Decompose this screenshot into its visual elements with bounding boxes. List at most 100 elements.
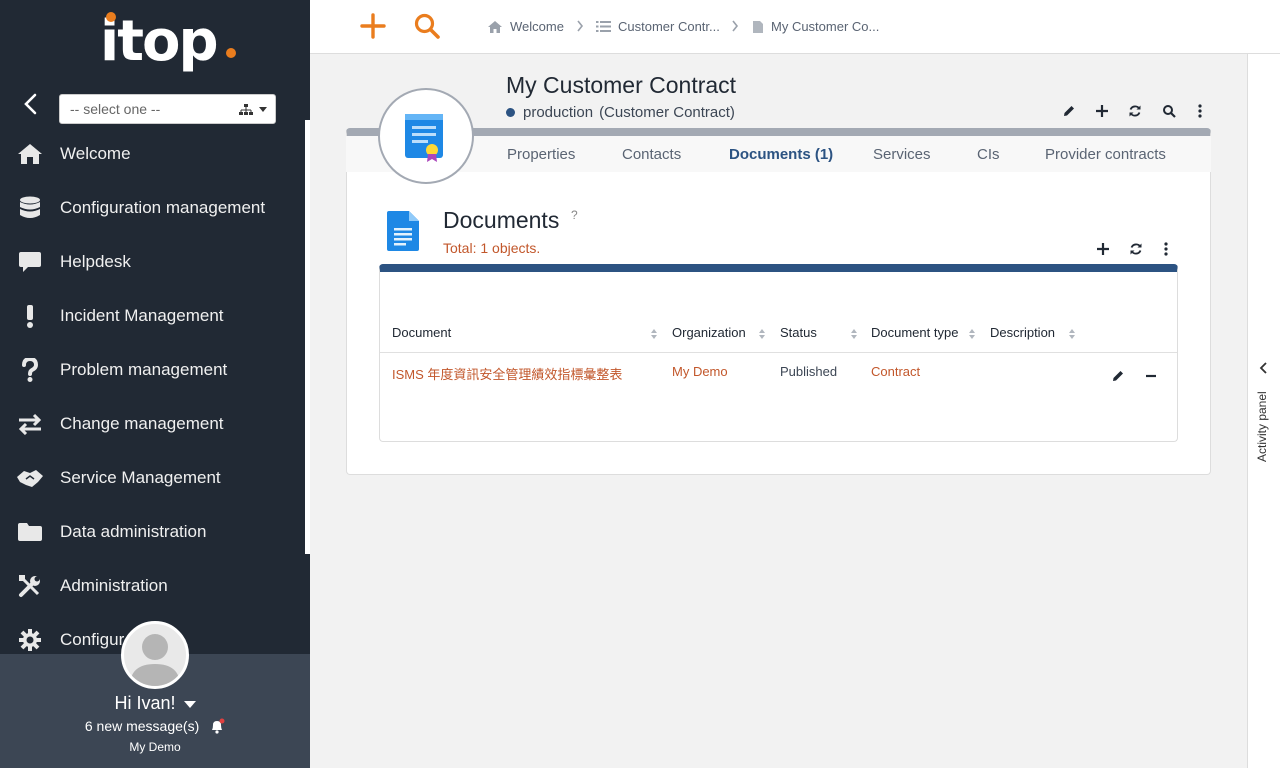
exclamation-icon (16, 302, 44, 330)
new-messages-text: 6 new message(s) (84, 718, 200, 735)
tab-documents[interactable]: Documents (1) (729, 146, 833, 163)
tools-icon (16, 572, 44, 600)
object-class-label: (Customer Contract) (599, 104, 735, 121)
chevron-down-icon (183, 700, 196, 708)
refresh-list-icon[interactable] (1125, 238, 1147, 260)
status-label: production (523, 104, 594, 121)
object-status: production (Customer Contract) (506, 104, 735, 121)
menu-item-label: Configuration management (60, 198, 266, 217)
menu-item-label: Change management (60, 414, 224, 433)
collapse-sidebar-icon[interactable] (18, 92, 44, 116)
sort-icon[interactable] (650, 327, 658, 345)
document-icon (752, 20, 764, 34)
help-icon[interactable]: ? (571, 208, 578, 222)
list-icon (596, 20, 611, 33)
document-name-link[interactable]: ISMS 年度資訊安全管理績效指標彙整表 (392, 364, 622, 383)
column-header-document[interactable]: Document (392, 325, 451, 340)
sitemap-icon (239, 103, 253, 119)
sort-icon[interactable] (968, 327, 976, 345)
logo-dot (226, 48, 236, 58)
menu-item-configuration-management[interactable]: Configuration management (0, 188, 306, 228)
breadcrumb-label: Customer Contr... (618, 19, 720, 34)
user-organization: My Demo (129, 740, 181, 754)
sort-icon[interactable] (758, 327, 766, 345)
itop-logo[interactable]: itop (100, 10, 240, 80)
menu-item-problem-management[interactable]: Problem management (0, 350, 306, 390)
object-medallion (378, 88, 474, 184)
menu-item-service-management[interactable]: Service Management (0, 458, 306, 498)
edit-icon[interactable] (1058, 100, 1080, 122)
sidebar-scrollbar[interactable] (305, 120, 310, 554)
menu-item-label: Configur (60, 630, 125, 649)
logo-i-dot (106, 12, 116, 22)
database-icon (16, 194, 44, 222)
breadcrumb-current-object[interactable]: My Customer Co... (752, 19, 879, 34)
documents-title: Documents (443, 207, 560, 233)
menu-item-welcome[interactable]: Welcome (0, 134, 306, 174)
tab-provider-contracts[interactable]: Provider contracts (1045, 146, 1166, 163)
column-header-organization[interactable]: Organization (672, 325, 746, 340)
question-icon (16, 356, 44, 384)
edit-row-icon[interactable] (1107, 365, 1129, 387)
chevron-left-icon[interactable] (1259, 361, 1269, 379)
table-header-divider (380, 352, 1177, 353)
add-document-icon[interactable] (1092, 238, 1114, 260)
chat-bubble-icon (16, 248, 44, 276)
document-type-link[interactable]: Contract (871, 364, 920, 379)
new-object-icon[interactable] (359, 12, 387, 40)
menu-item-data-administration[interactable]: Data administration (0, 512, 306, 552)
menu-item-label: Helpdesk (60, 252, 131, 271)
user-greeting: Hi Ivan! (114, 693, 176, 713)
menu-item-incident-management[interactable]: Incident Management (0, 296, 306, 336)
organization-link[interactable]: My Demo (672, 364, 728, 379)
list-more-actions-icon[interactable] (1155, 238, 1177, 260)
organization-select-value: -- select one -- (70, 101, 161, 117)
tab-contacts[interactable]: Contacts (622, 146, 681, 163)
more-actions-icon[interactable] (1189, 100, 1211, 122)
menu-item-change-management[interactable]: Change management (0, 404, 306, 444)
menu-item-helpdesk[interactable]: Helpdesk (0, 242, 306, 282)
user-greeting-menu[interactable]: Hi Ivan! (0, 693, 310, 714)
column-header-document-type[interactable]: Document type (871, 325, 958, 340)
menu-item-administration[interactable]: Administration (0, 566, 306, 606)
tab-properties[interactable]: Properties (507, 146, 575, 163)
breadcrumb-label: Welcome (510, 19, 564, 34)
sidebar: itop -- select one -- Welcome Configurat… (0, 0, 310, 768)
refresh-icon[interactable] (1124, 100, 1146, 122)
menu-item-label: Data administration (60, 522, 207, 541)
exchange-arrows-icon (16, 410, 44, 438)
handshake-icon (16, 464, 44, 492)
tab-services[interactable]: Services (873, 146, 931, 163)
object-title: My Customer Contract (506, 72, 737, 98)
tab-cis[interactable]: CIs (977, 146, 1000, 163)
new-messages[interactable]: 6 new message(s) (0, 718, 310, 737)
remove-row-icon[interactable] (1140, 365, 1162, 387)
status-dot (506, 108, 515, 117)
breadcrumb-label: My Customer Co... (771, 19, 880, 34)
documents-table (379, 264, 1178, 442)
menu-item-label: Service Management (60, 468, 221, 487)
column-header-description[interactable]: Description (990, 325, 1055, 340)
activity-panel-label[interactable]: Activity panel (1255, 391, 1269, 462)
logo-text: itop (100, 9, 219, 74)
breadcrumb-welcome[interactable]: Welcome (487, 19, 564, 34)
global-search-icon[interactable] (413, 12, 441, 40)
avatar[interactable] (121, 621, 189, 689)
home-icon (16, 140, 44, 168)
column-header-status[interactable]: Status (780, 325, 817, 340)
sort-icon[interactable] (850, 327, 858, 345)
add-icon[interactable] (1091, 100, 1113, 122)
status-value: Published (780, 364, 838, 379)
home-icon (487, 20, 503, 34)
breadcrumb-separator-icon (576, 19, 584, 38)
document-list-icon (386, 210, 420, 257)
contract-icon (403, 112, 447, 167)
organization-select[interactable]: -- select one -- (59, 94, 276, 124)
sort-icon[interactable] (1068, 327, 1076, 345)
breadcrumb-customer-contracts[interactable]: Customer Contr... (596, 19, 720, 34)
menu-item-label: Incident Management (60, 306, 224, 325)
menu-item-label: Problem management (60, 360, 228, 379)
gear-icon (16, 626, 44, 654)
folder-icon (16, 518, 44, 546)
search-icon[interactable] (1158, 100, 1180, 122)
